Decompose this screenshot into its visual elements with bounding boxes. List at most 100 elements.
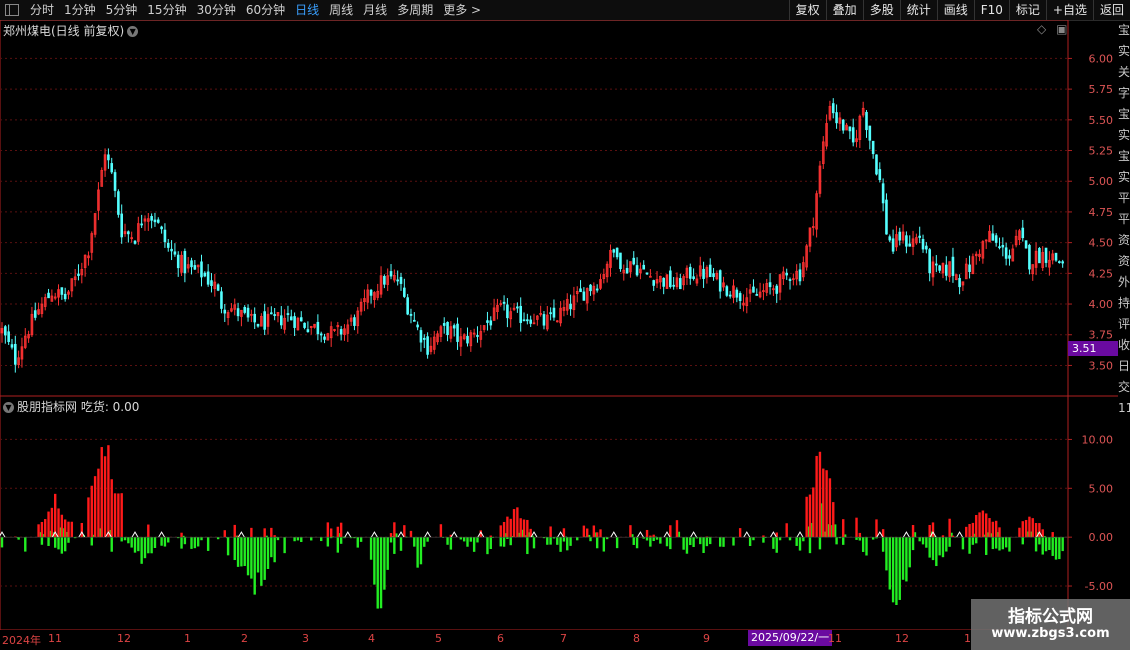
- candle: [389, 264, 393, 280]
- indicator-bar-down: [376, 537, 379, 609]
- indicator-bar-up: [825, 470, 828, 538]
- candle: [715, 270, 719, 281]
- mark-button[interactable]: 标记: [1008, 0, 1046, 20]
- indicator-bar-down: [389, 537, 393, 543]
- f10-button[interactable]: F10: [973, 0, 1009, 20]
- candle: [748, 284, 752, 303]
- overlay-button[interactable]: 叠加: [825, 0, 863, 20]
- indicator-bar-down: [1001, 537, 1005, 550]
- candle: [236, 302, 240, 322]
- y-tick-label: 4.75: [1089, 206, 1114, 219]
- tab-weekly[interactable]: 周线: [324, 0, 358, 20]
- candle: [589, 284, 592, 296]
- candle: [675, 272, 679, 290]
- indicator-bar-down: [24, 537, 27, 552]
- candle: [579, 280, 582, 293]
- candle: [562, 300, 566, 317]
- candle: [682, 274, 685, 291]
- candle: [386, 268, 389, 292]
- tab-1min[interactable]: 1分钟: [59, 0, 101, 20]
- indicator-bar-up: [1024, 519, 1028, 538]
- maximize-icon[interactable]: ▣: [1056, 22, 1067, 36]
- watermark: 指标公式网 www.zbgs3.com: [971, 599, 1130, 650]
- indicator-bar-down: [190, 537, 193, 549]
- tab-5min[interactable]: 5分钟: [101, 0, 143, 20]
- candle: [180, 251, 183, 276]
- indicator-bar-up: [389, 533, 393, 538]
- candle: [802, 256, 805, 282]
- draw-line-button[interactable]: 画线: [936, 0, 974, 20]
- back-button[interactable]: 返回: [1092, 0, 1130, 20]
- chevron-down-icon[interactable]: ▼: [127, 26, 139, 37]
- indicator-bar-down: [655, 537, 659, 540]
- candle: [595, 284, 599, 293]
- indicator-bar-up: [40, 521, 44, 538]
- candle: [941, 262, 945, 279]
- candle: [785, 268, 788, 280]
- candle: [276, 311, 280, 323]
- indicator-bar-up: [812, 487, 815, 538]
- indicator-bar-up: [785, 523, 788, 538]
- statistics-button[interactable]: 统计: [899, 0, 937, 20]
- indicator-bar-up: [971, 522, 975, 538]
- watermark-title: 指标公式网: [1008, 607, 1093, 627]
- indicator-bar-up: [738, 528, 742, 538]
- candle: [183, 248, 187, 283]
- date-label: 3: [302, 632, 309, 645]
- candle: [925, 242, 928, 254]
- add-watchlist-button[interactable]: +自选: [1045, 0, 1093, 20]
- chart-canvas[interactable]: 3.50 3.75 4.00 4.25 4.50 4.75 5.00 5.25 5.50 5.75…: [0, 20, 1118, 630]
- tab-monthly[interactable]: 月线: [358, 0, 392, 20]
- tab-30min[interactable]: 30分钟: [192, 0, 241, 20]
- tab-daily[interactable]: 日线: [290, 0, 324, 20]
- indicator-bar-down: [240, 537, 243, 567]
- indicator-bar-down: [888, 537, 891, 590]
- date-label: 7: [560, 632, 567, 645]
- candle: [762, 283, 765, 301]
- candle: [67, 289, 70, 300]
- indicator-bar-down: [17, 537, 20, 540]
- indicator-bar-down: [775, 537, 778, 553]
- indicator-bar-up: [117, 493, 120, 538]
- diamond-icon[interactable]: ◇: [1037, 22, 1046, 36]
- chevron-down-icon[interactable]: ▼: [3, 402, 14, 413]
- candle: [186, 256, 190, 273]
- indicator-bar-up: [965, 526, 968, 538]
- indicator-bar-down: [615, 537, 619, 549]
- restore-rights-button[interactable]: 复权: [788, 0, 826, 20]
- indicator-bar-down: [423, 537, 426, 547]
- candle: [635, 257, 639, 277]
- indicator-bar-up: [502, 521, 506, 538]
- tab-fenshi[interactable]: 分时: [25, 0, 59, 20]
- candle: [406, 293, 409, 316]
- candle: [672, 276, 675, 290]
- tab-more[interactable]: 更多 >: [438, 0, 486, 20]
- layout-icon[interactable]: [5, 4, 19, 16]
- indicator-bar-down: [339, 537, 343, 544]
- tab-60min[interactable]: 60分钟: [241, 0, 290, 20]
- side-info-strip[interactable]: 宝实关字宝实宝实平平资资外持评收日交1111111: [1118, 20, 1130, 650]
- indicator-bar-down: [935, 537, 938, 567]
- indicator-bar-down: [808, 537, 812, 554]
- tab-multi-period[interactable]: 多周期: [392, 0, 438, 20]
- candle: [815, 190, 818, 238]
- candle: [243, 305, 247, 315]
- candle: [625, 259, 629, 274]
- indicator-bar-up: [875, 519, 878, 538]
- candle: [964, 257, 968, 280]
- candle: [552, 299, 556, 321]
- indicator-bar-down: [449, 537, 453, 550]
- indicator-bar-down: [798, 537, 802, 551]
- candle: [446, 321, 449, 342]
- indicator-bar-up: [90, 485, 93, 538]
- candle: [299, 311, 303, 322]
- indicator-bar-down: [772, 537, 775, 549]
- y-tick-label: 6.00: [1089, 52, 1114, 65]
- multi-stock-button[interactable]: 多股: [862, 0, 900, 20]
- indicator-bar-up: [80, 522, 83, 538]
- indicator-bar-down: [891, 537, 895, 603]
- tab-15min[interactable]: 15分钟: [142, 0, 191, 20]
- indicator-bar-up: [522, 519, 526, 538]
- indicator-bar-up: [339, 522, 343, 538]
- indicator-bar-down: [469, 537, 473, 542]
